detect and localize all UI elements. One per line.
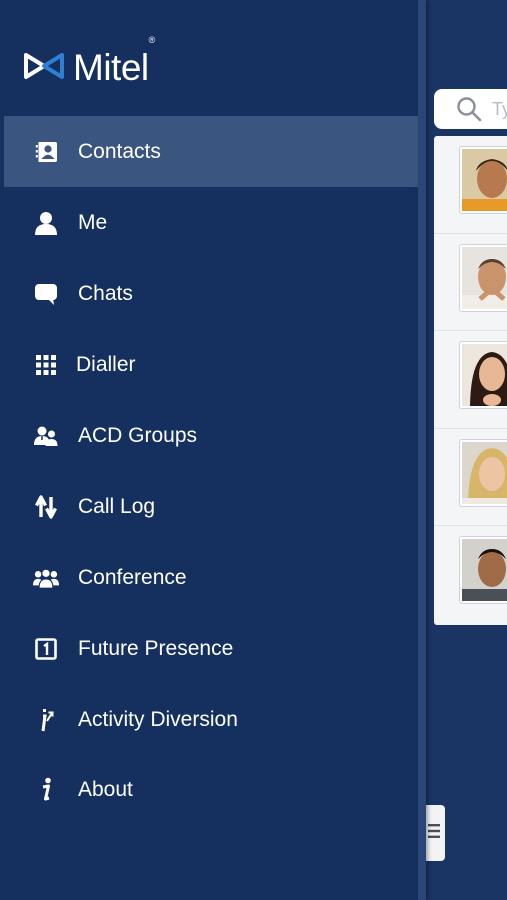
menu-item-label: Contacts	[78, 139, 161, 163]
mitel-logo-icon	[23, 51, 65, 86]
contact-avatar	[460, 342, 507, 409]
menu-item-chats[interactable]: Chats	[4, 258, 425, 329]
contact-avatar	[460, 147, 507, 213]
drawer-handle[interactable]	[425, 805, 445, 861]
menu-item-dialler[interactable]: Dialler	[4, 329, 425, 400]
contact-row[interactable]	[434, 429, 507, 527]
menu-item-future-presence[interactable]: Future Presence	[4, 613, 425, 684]
menu-item-conference[interactable]: Conference	[4, 542, 425, 613]
acd-groups-icon	[33, 423, 59, 449]
keypad-icon	[33, 352, 59, 378]
menu-item-me[interactable]: Me	[4, 187, 425, 258]
menu-item-acd-groups[interactable]: ACD Groups	[4, 400, 425, 471]
contact-row[interactable]	[434, 526, 507, 624]
menu-item-label: ACD Groups	[78, 423, 198, 447]
search-field[interactable]: Ty	[434, 89, 507, 129]
menu-item-about[interactable]: About	[4, 754, 425, 825]
contact-avatar	[460, 244, 507, 311]
contact-row[interactable]	[434, 331, 507, 429]
chat-bubble-icon	[33, 281, 59, 307]
contact-avatar	[460, 439, 507, 506]
contact-row[interactable]	[434, 136, 507, 234]
contact-row[interactable]	[434, 234, 507, 332]
menu-item-label: Activity Diversion	[78, 707, 238, 731]
contact-list	[434, 136, 507, 625]
person-icon	[33, 210, 59, 236]
search-placeholder: Ty	[492, 98, 507, 119]
menu-handle-icon	[427, 821, 441, 846]
mitel-logo: Mitel®	[23, 35, 155, 88]
menu-item-label: About	[78, 777, 133, 801]
menu-divider	[418, 0, 426, 900]
menu-item-activity-diversion[interactable]: Activity Diversion	[4, 684, 425, 755]
menu-item-call-log[interactable]: Call Log	[4, 471, 425, 542]
search-icon	[456, 96, 482, 122]
menu-item-contacts[interactable]: Contacts	[4, 116, 425, 187]
call-log-arrows-icon	[33, 494, 59, 520]
activity-diversion-icon	[33, 707, 59, 733]
menu-item-label: Future Presence	[78, 636, 234, 660]
side-menu: Mitel® Contacts Me Chats Dialler ACD Gro…	[0, 0, 425, 900]
contact-avatar	[460, 537, 507, 604]
menu-item-label: Dialler	[76, 352, 136, 376]
menu-item-label: Chats	[78, 281, 133, 305]
logo-text: Mitel®	[73, 35, 155, 88]
contacts-icon	[33, 139, 59, 165]
menu-item-label: Me	[78, 210, 108, 234]
menu-item-label: Conference	[78, 565, 187, 589]
menu-item-label: Call Log	[78, 494, 156, 518]
info-icon	[33, 777, 59, 803]
conference-icon	[33, 565, 59, 591]
calendar-icon	[33, 636, 59, 662]
